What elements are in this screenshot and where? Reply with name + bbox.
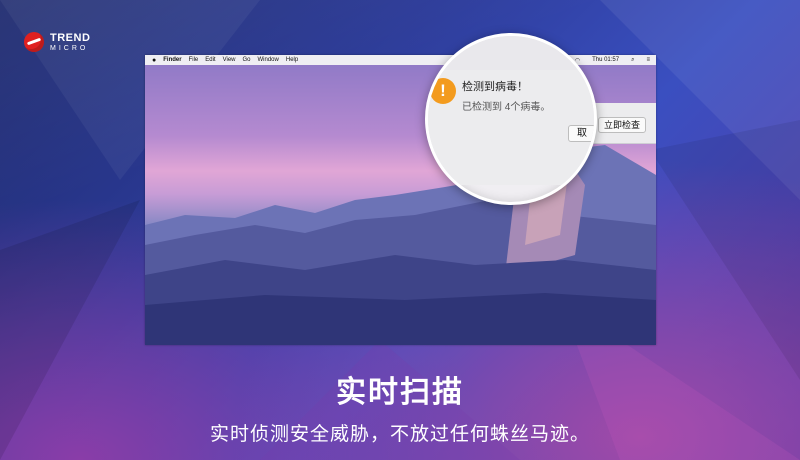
magnified-menubar (428, 36, 594, 70)
apple-icon[interactable]: ● (152, 57, 156, 64)
logo-line2: MICRO (50, 44, 89, 52)
cancel-button[interactable]: 取 (568, 125, 594, 142)
menu-list-icon[interactable]: ≡ (646, 57, 650, 63)
logo-wordmark: TREND MICRO (50, 31, 91, 52)
notification-body: 已检测到 4个病毒。 (462, 102, 551, 113)
check-now-button[interactable]: 立即检查 (598, 117, 647, 133)
logo-line1: TREND (50, 31, 91, 44)
menu-help[interactable]: Help (286, 57, 298, 63)
menu-finder[interactable]: Finder (163, 57, 181, 63)
notification-title: 检测到病毒！ (462, 81, 528, 93)
menu-file[interactable]: File (189, 57, 199, 63)
trend-micro-logo-icon (24, 32, 44, 52)
feature-subtitle: 实时侦测安全威胁，不放过任何蛛丝马迹。 (209, 424, 590, 445)
menu-go[interactable]: Go (243, 57, 251, 63)
menu-edit[interactable]: Edit (205, 57, 215, 63)
search-icon[interactable]: ⌕ (631, 57, 634, 64)
menu-window[interactable]: Window (258, 57, 279, 63)
magnifier-lens: ! 检测到病毒！ 已检测到 4个病毒。 取 (425, 33, 597, 205)
warning-icon: ! (430, 78, 456, 104)
feature-title: 实时扫描 (336, 376, 464, 409)
trend-micro-logo: TREND MICRO (24, 32, 90, 52)
clock[interactable]: Thu 01:57 (592, 57, 619, 63)
menu-view[interactable]: View (223, 57, 236, 63)
